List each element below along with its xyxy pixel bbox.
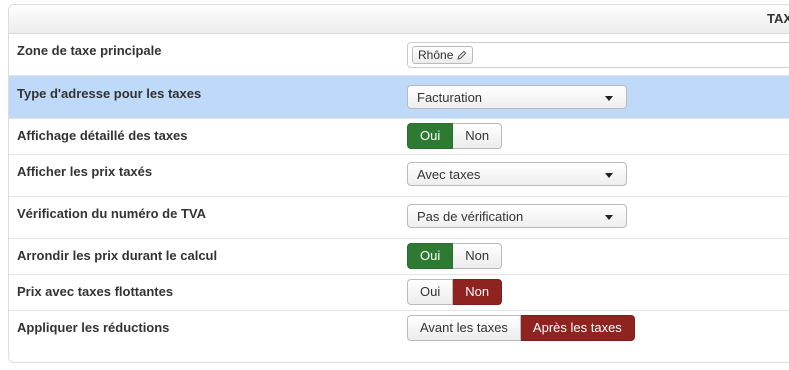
row-vat-check: Vérification du numéro de TVA Pas de vér… xyxy=(9,197,789,239)
row-label: Type d'adresse pour les taxes xyxy=(17,86,202,101)
yes-button[interactable]: Oui xyxy=(407,279,454,305)
row-apply-discounts: Appliquer les réductions Avant les taxes… xyxy=(9,311,789,362)
row-detailed-display: Affichage détaillé des taxes Oui Non xyxy=(9,119,789,155)
caret-down-icon xyxy=(605,215,613,220)
before-taxes-button[interactable]: Avant les taxes xyxy=(407,315,521,341)
pencil-icon[interactable] xyxy=(457,50,467,60)
row-main-tax-zone: Zone de taxe principale Rhône xyxy=(9,35,789,76)
row-show-prices: Afficher les prix taxés Avec taxes xyxy=(9,155,789,197)
caret-down-icon xyxy=(605,96,613,101)
floating-taxes-toggle: Oui Non xyxy=(407,279,503,305)
apply-discounts-toggle: Avant les taxes Après les taxes xyxy=(407,315,635,341)
vat-check-select[interactable]: Pas de vérification xyxy=(407,204,627,228)
no-button[interactable]: Non xyxy=(453,279,503,305)
row-label: Arrondir les prix durant le calcul xyxy=(17,248,218,263)
tax-zone-field[interactable]: Rhône xyxy=(407,42,789,68)
select-value: Avec taxes xyxy=(417,167,481,182)
row-label: Afficher les prix taxés xyxy=(17,164,153,179)
row-address-type: Type d'adresse pour les taxes Facturatio… xyxy=(9,76,789,119)
row-label: Zone de taxe principale xyxy=(17,43,162,58)
no-button[interactable]: Non xyxy=(453,123,503,149)
tax-zone-tag[interactable]: Rhône xyxy=(412,46,474,64)
no-button[interactable]: Non xyxy=(453,243,503,269)
tag-label: Rhône xyxy=(418,48,454,62)
row-label: Prix avec taxes flottantes xyxy=(17,284,174,299)
yes-button[interactable]: Oui xyxy=(407,123,454,149)
yes-button[interactable]: Oui xyxy=(407,243,454,269)
panel-header: TAXES xyxy=(9,5,789,34)
taxes-panel: TAXES Zone de taxe principale Rhône Type… xyxy=(8,4,789,363)
select-value: Facturation xyxy=(417,90,483,105)
row-floating-taxes: Prix avec taxes flottantes Oui Non xyxy=(9,275,789,311)
caret-down-icon xyxy=(605,173,613,178)
address-type-select[interactable]: Facturation xyxy=(407,85,627,109)
row-round-prices: Arrondir les prix durant le calcul Oui N… xyxy=(9,239,789,275)
select-value: Pas de vérification xyxy=(417,209,524,224)
panel-title: TAXES xyxy=(767,11,789,26)
row-label: Appliquer les réductions xyxy=(17,320,170,335)
round-prices-toggle: Oui Non xyxy=(407,243,503,269)
row-label: Affichage détaillé des taxes xyxy=(17,128,188,143)
detailed-display-toggle: Oui Non xyxy=(407,123,503,149)
show-prices-select[interactable]: Avec taxes xyxy=(407,162,627,186)
row-label: Vérification du numéro de TVA xyxy=(17,206,207,221)
after-taxes-button[interactable]: Après les taxes xyxy=(520,315,635,341)
